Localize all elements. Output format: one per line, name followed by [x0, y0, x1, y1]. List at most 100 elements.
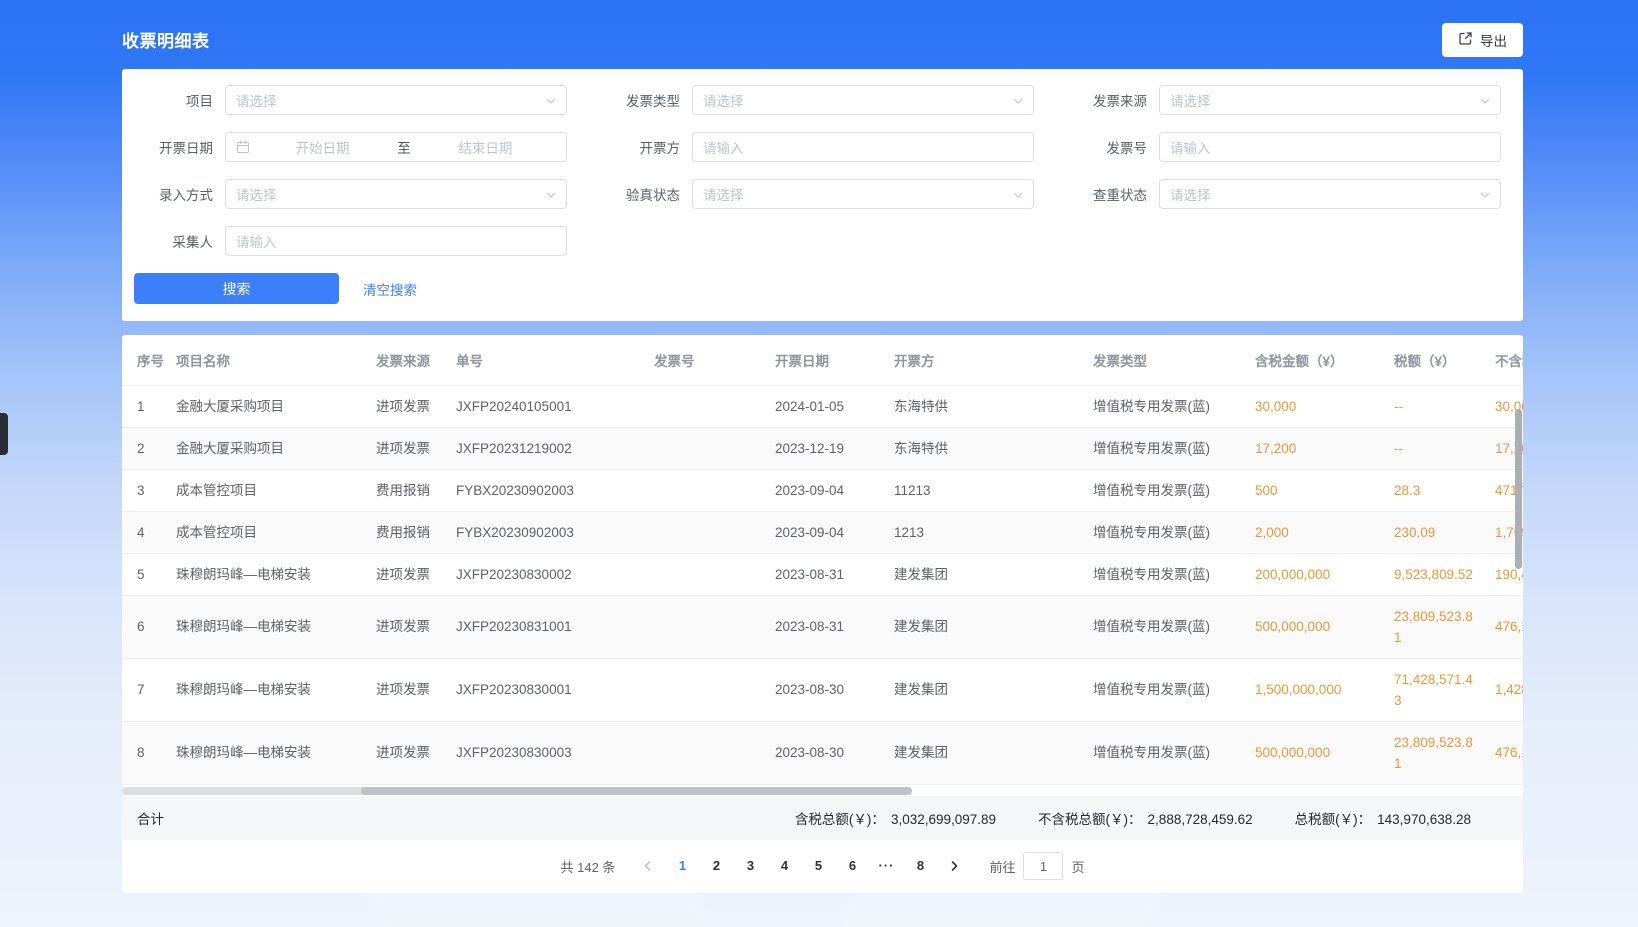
cell-date: 2023-09-04: [765, 469, 884, 511]
field-collector: 采集人请输入: [122, 226, 589, 256]
cell-date: 2023-09-04: [765, 511, 884, 553]
cell-type: 增值税专用发票(蓝): [1083, 658, 1245, 721]
calendar-icon: [236, 140, 250, 154]
chevron-down-icon: [1012, 95, 1024, 110]
field-label-invoice-no: 发票号: [1056, 137, 1159, 157]
cell-tax: 23,809,523.81: [1384, 721, 1485, 784]
horizontal-scrollbar-thumb[interactable]: [361, 787, 912, 795]
page-button-4[interactable]: 4: [770, 852, 798, 880]
prev-page-button[interactable]: [634, 852, 662, 880]
cell-tax: --: [1384, 427, 1485, 469]
cell-order_no: JXFP20230830002: [446, 553, 644, 595]
field-invoice-source: 发票来源请选择: [1056, 85, 1523, 115]
cell-invoice_no: [644, 427, 765, 469]
invoice-no-input[interactable]: 请输入: [1159, 132, 1501, 162]
cell-issuer: 东海特供: [884, 427, 1083, 469]
chevron-down-icon: [1012, 189, 1024, 204]
page-button-6[interactable]: 6: [838, 852, 866, 880]
cell-order_no: JXFP20230831001: [446, 595, 644, 658]
summary-item-value: 2,888,728,459.62: [1148, 812, 1253, 827]
field-label-invoice-source: 发票来源: [1056, 90, 1159, 110]
col-header-order_no: 单号: [446, 335, 644, 385]
export-button[interactable]: 导出: [1442, 23, 1523, 57]
table-row: 7珠穆朗玛峰—电梯安装进项发票JXFP202308300012023-08-30…: [122, 658, 1523, 721]
table-row: 5珠穆朗玛峰—电梯安装进项发票JXFP202308300022023-08-31…: [122, 553, 1523, 595]
cell-no: 1: [122, 385, 166, 427]
invoice-date-daterange[interactable]: 开始日期至结束日期: [225, 132, 567, 162]
page-button-2[interactable]: 2: [702, 852, 730, 880]
field-entry-method: 录入方式请选择: [122, 179, 589, 209]
field-dup-check-status: 查重状态请选择: [1056, 179, 1523, 209]
cell-order_no: JXFP20230830001: [446, 658, 644, 721]
pagination-ellipsis[interactable]: ···: [872, 852, 900, 880]
cell-date: 2024-01-05: [765, 385, 884, 427]
project-select[interactable]: 请选择: [225, 85, 567, 115]
vertical-scrollbar-thumb[interactable]: [1515, 409, 1522, 569]
chevron-down-icon: [1479, 95, 1491, 110]
cell-type: 增值税专用发票(蓝): [1083, 469, 1245, 511]
main-content: 收票明细表 导出 项目请选择发票类型请选择发票来源请选择开票日期开始日期至结束日…: [122, 0, 1523, 893]
cell-project: 珠穆朗玛峰—电梯安装: [166, 595, 366, 658]
invoice-type-select[interactable]: 请选择: [692, 85, 1034, 115]
goto-suffix-label: 页: [1071, 857, 1084, 876]
collector-placeholder: 请输入: [236, 231, 277, 251]
summary-item-2: 总税额(￥)： 143,970,638.28: [1295, 808, 1471, 828]
page-button-8[interactable]: 8: [906, 852, 934, 880]
entry-method-placeholder: 请选择: [236, 184, 277, 204]
entry-method-select[interactable]: 请选择: [225, 179, 567, 209]
invoice-table: 序号项目名称发票来源单号发票号开票日期开票方发票类型含税金额（¥）税额（¥）不含…: [122, 335, 1523, 785]
field-issuer: 开票方请输入: [589, 132, 1056, 162]
next-page-button[interactable]: [940, 852, 968, 880]
field-invoice-type: 发票类型请选择: [589, 85, 1056, 115]
verify-status-select[interactable]: 请选择: [692, 179, 1034, 209]
search-button[interactable]: 搜索: [134, 273, 339, 304]
cell-no: 6: [122, 595, 166, 658]
summary-item-label: 含税总额(￥)：: [795, 812, 885, 827]
cell-tax: --: [1384, 385, 1485, 427]
table-row: 3成本管控项目费用报销FYBX202309020032023-09-041121…: [122, 469, 1523, 511]
invoice-table-card: 序号项目名称发票来源单号发票号开票日期开票方发票类型含税金额（¥）税额（¥）不含…: [122, 335, 1523, 893]
cell-project: 珠穆朗玛峰—电梯安装: [166, 553, 366, 595]
goto-page-input[interactable]: [1023, 852, 1063, 880]
cell-issuer: 1213: [884, 511, 1083, 553]
cell-no: 5: [122, 553, 166, 595]
col-header-invoice_no: 发票号: [644, 335, 765, 385]
collector-input[interactable]: 请输入: [225, 226, 567, 256]
field-label-collector: 采集人: [122, 231, 225, 251]
summary-item-label: 总税额(￥)：: [1295, 812, 1372, 827]
cell-amount: 2,000: [1245, 511, 1384, 553]
summary-item-value: 3,032,699,097.89: [891, 812, 996, 827]
cell-project: 珠穆朗玛峰—电梯安装: [166, 658, 366, 721]
cell-tax: 71,428,571.43: [1384, 658, 1485, 721]
col-header-type: 发票类型: [1083, 335, 1245, 385]
chevron-down-icon: [545, 95, 557, 110]
issuer-input[interactable]: 请输入: [692, 132, 1034, 162]
col-header-project: 项目名称: [166, 335, 366, 385]
invoice-source-select[interactable]: 请选择: [1159, 85, 1501, 115]
cell-source: 进项发票: [366, 427, 446, 469]
cell-issuer: 建发集团: [884, 595, 1083, 658]
collapsed-drawer-tab[interactable]: [0, 413, 8, 455]
page-button-3[interactable]: 3: [736, 852, 764, 880]
cell-source: 费用报销: [366, 511, 446, 553]
cell-project: 成本管控项目: [166, 511, 366, 553]
field-project: 项目请选择: [122, 85, 589, 115]
col-header-net: 不含税金额（¥）: [1485, 335, 1523, 385]
cell-type: 增值税专用发票(蓝): [1083, 553, 1245, 595]
page-button-1[interactable]: 1: [668, 852, 696, 880]
cell-date: 2023-08-30: [765, 721, 884, 784]
summary-item-value: 143,970,638.28: [1377, 812, 1471, 827]
table-viewport: 序号项目名称发票来源单号发票号开票日期开票方发票类型含税金额（¥）税额（¥）不含…: [122, 335, 1523, 785]
summary-item-label: 不含税总额(￥)：: [1038, 812, 1142, 827]
field-label-dup-check-status: 查重状态: [1056, 184, 1159, 204]
field-invoice-no: 发票号请输入: [1056, 132, 1523, 162]
filter-actions: 搜索 清空搜索: [122, 273, 1523, 304]
cell-source: 进项发票: [366, 595, 446, 658]
cell-tax: 9,523,809.52: [1384, 553, 1485, 595]
cell-source: 进项发票: [366, 385, 446, 427]
clear-search-link[interactable]: 清空搜索: [363, 279, 417, 299]
cell-order_no: JXFP20230830003: [446, 721, 644, 784]
page-button-5[interactable]: 5: [804, 852, 832, 880]
dup-check-status-select[interactable]: 请选择: [1159, 179, 1501, 209]
start-date-placeholder: 开始日期: [252, 137, 393, 157]
